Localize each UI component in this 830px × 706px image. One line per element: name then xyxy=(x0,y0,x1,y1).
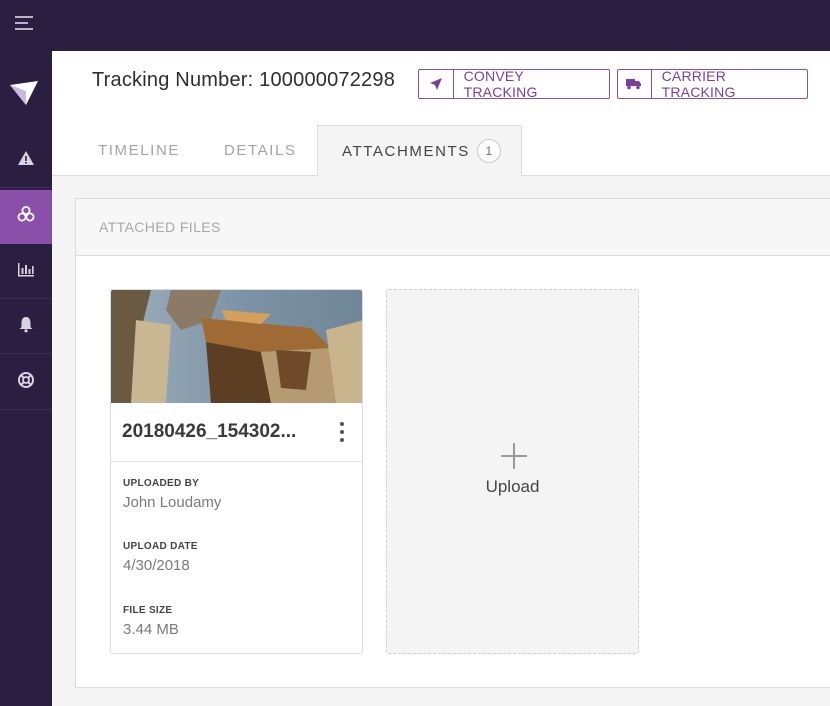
bar-chart-icon xyxy=(17,260,35,283)
bell-icon xyxy=(17,315,35,338)
upload-date-value: 4/30/2018 xyxy=(123,557,190,574)
convey-tracking-button[interactable]: CONVEY TRACKING xyxy=(418,68,610,100)
carrier-tracking-button[interactable]: CARRIER TRACKING xyxy=(617,68,808,100)
tab-bar: TIMELINE DETAILS ATTACHMENTS 1 xyxy=(52,125,830,177)
uploaded-by-value: John Loudamy xyxy=(123,494,222,511)
sidebar-item-support[interactable] xyxy=(0,356,52,410)
boxes-icon xyxy=(17,205,35,228)
file-size-block: FILE SIZE 3.44 MB xyxy=(123,605,179,638)
file-size-value: 3.44 MB xyxy=(123,621,179,638)
file-size-label: FILE SIZE xyxy=(123,605,173,616)
file-card[interactable]: 20180426_154302... UPLOADED BY John Loud… xyxy=(110,289,363,654)
navigation-arrow-icon xyxy=(419,70,454,98)
tab-attachments-label: ATTACHMENTS xyxy=(342,142,470,160)
tab-details[interactable]: DETAILS xyxy=(224,125,297,176)
tab-timeline[interactable]: TIMELINE xyxy=(98,125,180,176)
file-name[interactable]: 20180426_154302... xyxy=(122,421,296,443)
tab-attachments[interactable]: ATTACHMENTS 1 xyxy=(317,125,522,177)
file-name-row: 20180426_154302... xyxy=(111,403,362,462)
hamburger-icon[interactable] xyxy=(15,16,33,30)
page-header: Tracking Number: 100000072298 CONVEY TRA… xyxy=(52,51,830,177)
file-thumbnail[interactable] xyxy=(111,290,363,403)
uploaded-by-block: UPLOADED BY John Loudamy xyxy=(123,478,221,511)
truck-icon xyxy=(618,70,652,98)
app-logo[interactable] xyxy=(10,81,40,107)
plus-icon xyxy=(501,443,527,469)
attachments-count-badge: 1 xyxy=(476,139,501,163)
page-title: Tracking Number: 100000072298 xyxy=(92,69,396,91)
carrier-tracking-label: CARRIER TRACKING xyxy=(661,68,736,100)
upload-date-label: UPLOAD DATE xyxy=(123,541,198,552)
sidebar-item-packages[interactable] xyxy=(0,190,52,244)
more-options-icon[interactable] xyxy=(338,422,346,442)
sidebar-item-reports[interactable] xyxy=(0,245,52,299)
sidebar-item-alerts[interactable] xyxy=(0,134,52,188)
upload-date-block: UPLOAD DATE 4/30/2018 xyxy=(123,541,198,574)
warning-icon xyxy=(17,149,35,172)
panel-title: ATTACHED FILES xyxy=(76,199,830,256)
upload-label: Upload xyxy=(485,477,540,496)
sidebar xyxy=(0,51,52,706)
attached-files-panel: ATTACHED FILES 20180426_154302... UPLOAD… xyxy=(75,198,830,688)
upload-dropzone[interactable]: Upload xyxy=(386,289,639,654)
uploaded-by-label: UPLOADED BY xyxy=(123,478,200,489)
sidebar-item-notifications[interactable] xyxy=(0,300,52,354)
convey-tracking-label: CONVEY TRACKING xyxy=(463,68,538,100)
lifebuoy-icon xyxy=(17,371,35,394)
top-bar xyxy=(0,0,830,51)
main-content: Tracking Number: 100000072298 CONVEY TRA… xyxy=(52,51,830,706)
